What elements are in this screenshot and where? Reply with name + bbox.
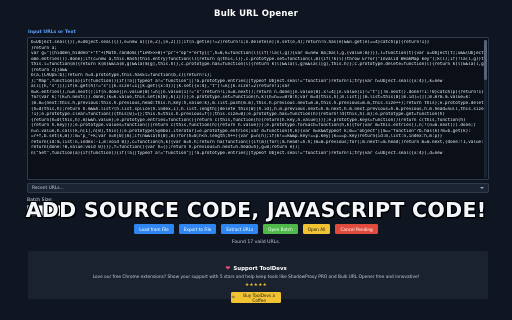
batch-size-input[interactable] bbox=[27, 205, 63, 216]
buy-coffee-button[interactable]: ☕ Buy ToolDevs a Coffee bbox=[231, 292, 281, 303]
support-title: ❤ Support ToolDevs bbox=[0, 265, 512, 272]
heart-icon: ❤ bbox=[225, 265, 231, 272]
open-batch-button[interactable]: Open Batch bbox=[263, 224, 298, 234]
rating-stars[interactable]: ★★★★★ bbox=[0, 283, 512, 288]
input-label: Input URLs or Text bbox=[28, 30, 76, 35]
export-to-file-button[interactable]: Export to File bbox=[178, 224, 217, 234]
code-line: var g="[[hidden_hidden"+"f"+(Math.random… bbox=[31, 51, 485, 57]
support-title-text: Support ToolDevs bbox=[233, 265, 287, 272]
open-all-button[interactable]: Open All bbox=[302, 224, 331, 234]
load-from-file-button[interactable]: Load from File bbox=[134, 224, 174, 234]
code-line: (m.m={next:this.h,previous:this.h.previo… bbox=[31, 101, 485, 107]
scrollbar-thumb[interactable] bbox=[484, 40, 487, 80]
url-text-input[interactable]: b=Object.seal({}),e=Object.seal({}),e=ne… bbox=[27, 37, 489, 180]
batch-size-label: Batch Size: bbox=[27, 198, 53, 203]
support-description: Love our free Chrome extensions? Show yo… bbox=[92, 275, 420, 280]
code-line: n("Set",function(a){if(function(){if(!a|… bbox=[31, 150, 443, 156]
buy-coffee-label: Buy ToolDevs a Coffee bbox=[243, 292, 276, 303]
found-urls-status: Found 17 valid URLs. bbox=[231, 240, 281, 245]
code-line: this.l=function(m){return k(m)&&la(m,g)&… bbox=[31, 62, 485, 68]
code-line: {return h.key})};e.prototype.values=func… bbox=[31, 123, 476, 129]
code-line: !1};e.prototype.clear=function(){this[0]… bbox=[31, 112, 445, 118]
scrollbar[interactable] bbox=[484, 40, 487, 178]
extract-urls-button[interactable]: Extract URLs bbox=[221, 224, 259, 234]
app-header: Bulk URL Opener bbox=[0, 0, 512, 28]
code-line: b=Object.seal({}),e=Object.seal({}),e=ne… bbox=[31, 40, 430, 45]
action-buttons: Load from File Export to File Extract UR… bbox=[0, 224, 512, 234]
promo-overlay-text: ADD SOURCE CODE, JAVASCRIPT CODE! bbox=[25, 198, 487, 222]
app-title: Bulk URL Opener bbox=[214, 9, 298, 19]
cancel-pending-button[interactable]: Cancel Pending bbox=[335, 224, 378, 234]
coffee-cup-icon: ☕ bbox=[231, 295, 236, 300]
recent-urls-placeholder: Recent URLs... bbox=[32, 185, 64, 191]
chevron-down-icon bbox=[480, 187, 484, 189]
promo-overlay-banner: ADD SOURCE CODE, JAVASCRIPT CODE! bbox=[0, 197, 512, 223]
recent-urls-select[interactable]: Recent URLs... bbox=[27, 183, 489, 193]
